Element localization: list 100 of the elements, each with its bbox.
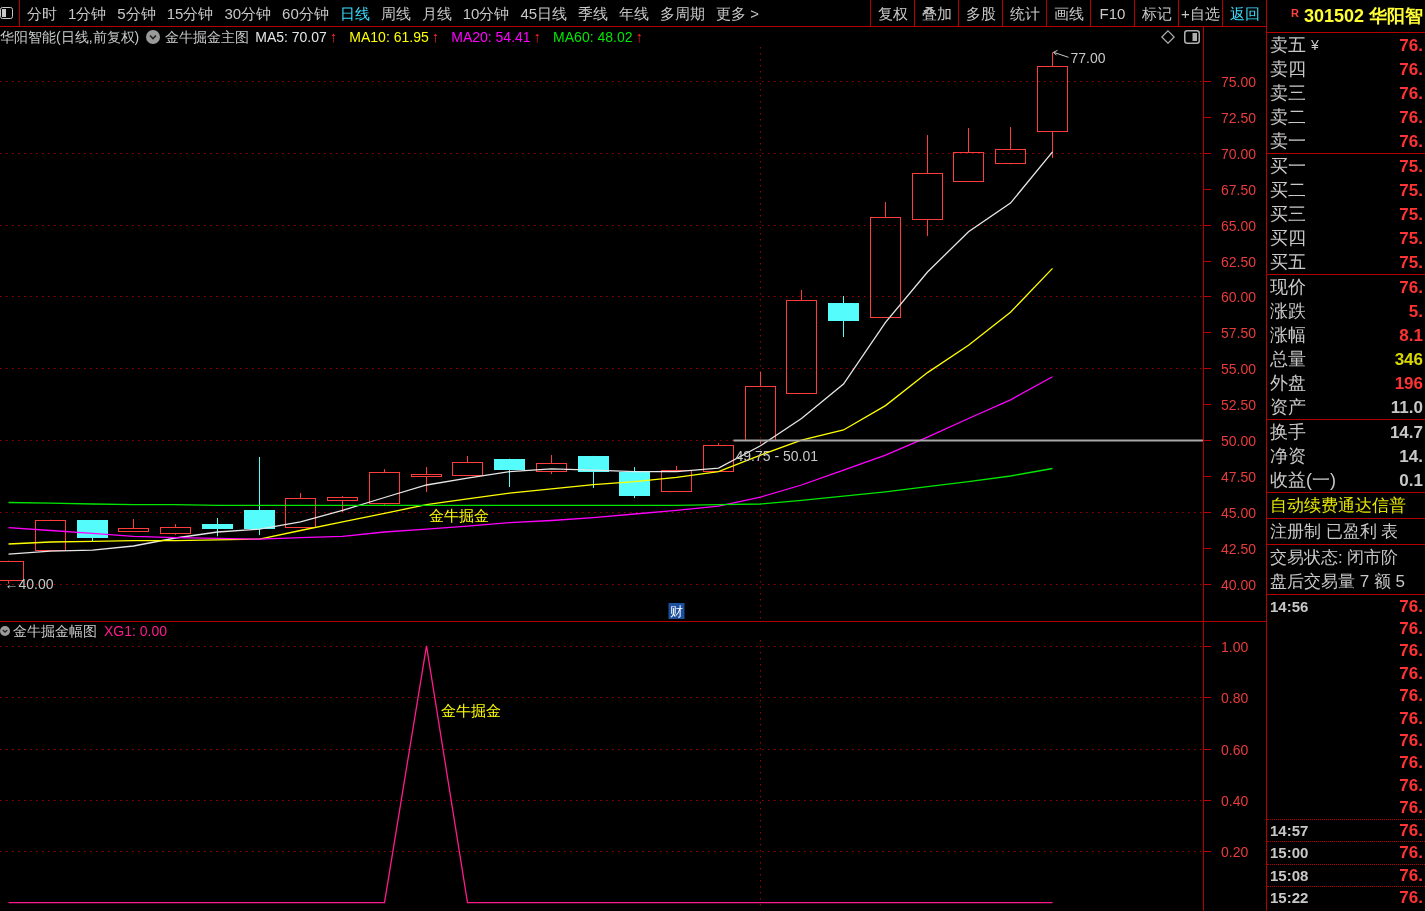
axis-label: 42.50 bbox=[1221, 540, 1257, 557]
toolbar-button[interactable]: 返回 bbox=[1222, 0, 1266, 26]
stock-title: 301502 华阳智 bbox=[1303, 4, 1424, 28]
candlestick bbox=[661, 465, 692, 492]
tick-time: 15:22 bbox=[1270, 890, 1309, 906]
axis-label: 0.80 bbox=[1221, 689, 1249, 706]
timeframe-tab[interactable]: 年线 bbox=[619, 5, 650, 21]
toolbar-button[interactable]: 画线 bbox=[1046, 0, 1090, 26]
quote-value: 75. bbox=[1399, 157, 1423, 175]
timeframe-tab[interactable]: 10分钟 bbox=[462, 5, 510, 21]
timeframe-tab[interactable]: 多周期 bbox=[660, 5, 706, 21]
chart-title: 华阳智能(日线,前复权) bbox=[0, 27, 140, 47]
quote-value: 76. bbox=[1399, 132, 1423, 150]
timeframe-tab[interactable]: 月线 bbox=[421, 5, 452, 21]
axis-label: 60.00 bbox=[1221, 288, 1257, 305]
candlestick bbox=[369, 468, 400, 506]
candlestick bbox=[619, 466, 650, 499]
candlestick bbox=[327, 495, 358, 513]
tick-price: 76. bbox=[1399, 822, 1423, 840]
quote-value: 5. bbox=[1408, 302, 1423, 320]
quote-label: 净资 bbox=[1270, 447, 1306, 465]
tick-price: 76. bbox=[1399, 889, 1423, 907]
superscript-mark: R bbox=[1291, 6, 1299, 21]
axis-label: 55.00 bbox=[1221, 360, 1257, 377]
tick-price: 76. bbox=[1399, 709, 1423, 727]
toolbar-button[interactable]: F10 bbox=[1090, 0, 1134, 26]
quote-value: 76. bbox=[1399, 84, 1423, 102]
tick-price: 76. bbox=[1399, 620, 1423, 638]
tick-price: 76. bbox=[1399, 642, 1423, 660]
quote-value: 76. bbox=[1399, 278, 1423, 296]
indicator-value: XG1: 0.00 bbox=[104, 621, 168, 641]
trend-arrow: ↑ bbox=[329, 26, 338, 47]
indicator-value: MA20: 54.41 bbox=[451, 27, 531, 47]
trend-arrow: ↑ bbox=[635, 26, 643, 47]
price-label: 77.00 bbox=[1070, 50, 1106, 67]
quote-label: 卖三 bbox=[1270, 84, 1306, 102]
timeframe-tab[interactable]: 45日线 bbox=[520, 5, 568, 21]
quote-label: 卖四 bbox=[1270, 60, 1306, 78]
tick-price: 76. bbox=[1399, 776, 1423, 794]
timeframe-tab[interactable]: 5分钟 bbox=[117, 5, 156, 21]
quote-value: 14.7 bbox=[1389, 423, 1423, 441]
candlestick bbox=[995, 126, 1026, 165]
toolbar-button[interactable]: 标记 bbox=[1134, 0, 1178, 26]
candlestick bbox=[494, 458, 525, 488]
signal-label: 金牛掘金 bbox=[440, 701, 501, 719]
quote-value: 76. bbox=[1399, 108, 1423, 126]
tick-time: 14:56 bbox=[1270, 598, 1309, 614]
indicator-name: 金牛掘金幅图 bbox=[13, 621, 97, 641]
axis-label: 0.40 bbox=[1221, 792, 1249, 809]
quote-label: 卖二 bbox=[1270, 108, 1306, 126]
axis-label: 0.60 bbox=[1221, 741, 1249, 758]
timeframe-tab[interactable]: 周线 bbox=[380, 5, 411, 21]
tick-price: 76. bbox=[1399, 844, 1423, 862]
status-text: 盘后交易量 7 额 5 bbox=[1270, 573, 1406, 591]
axis-label: 67.50 bbox=[1221, 181, 1257, 198]
quote-value: 11.0 bbox=[1390, 398, 1423, 416]
timeframe-tab[interactable]: 1分钟 bbox=[68, 5, 107, 21]
toolbar-button[interactable]: 叠加 bbox=[914, 0, 958, 26]
toolbar-button[interactable]: +自选 bbox=[1178, 0, 1222, 26]
timeframe-tab[interactable]: 30分钟 bbox=[224, 5, 272, 21]
candlestick bbox=[536, 454, 567, 475]
quote-value: 76. bbox=[1399, 36, 1423, 54]
tick-price: 76. bbox=[1399, 754, 1423, 772]
notice-text: 自动续费通达信普 bbox=[1270, 497, 1406, 514]
toolbar-button[interactable]: 统计 bbox=[1002, 0, 1046, 26]
timeframe-tab[interactable]: 15分钟 bbox=[166, 5, 214, 21]
quote-label: 卖一 bbox=[1270, 132, 1306, 150]
timeframe-tab[interactable]: 更多 > bbox=[716, 5, 760, 21]
candlestick bbox=[160, 523, 191, 536]
candlestick bbox=[285, 492, 316, 528]
panel-toggle-icon[interactable] bbox=[1184, 30, 1200, 44]
quote-value: 346 bbox=[1394, 350, 1423, 368]
timeframe-tab[interactable]: 分时 bbox=[27, 5, 57, 21]
timeframe-tab[interactable]: 季线 bbox=[578, 5, 609, 21]
candlestick bbox=[703, 442, 734, 472]
quote-label: 买四 bbox=[1270, 229, 1306, 247]
tick-time: 15:00 bbox=[1270, 845, 1309, 861]
tick-time: 14:57 bbox=[1270, 823, 1309, 839]
axis-label: 50.00 bbox=[1221, 432, 1257, 449]
quote-value: 75. bbox=[1399, 229, 1423, 247]
chevron-down-circle-icon[interactable] bbox=[146, 30, 161, 44]
timeframe-tab[interactable]: 日线 bbox=[339, 5, 370, 21]
diamond-icon[interactable] bbox=[1161, 30, 1175, 44]
tick-price: 76. bbox=[1399, 687, 1423, 705]
quote-value: 8.1 bbox=[1399, 326, 1423, 344]
indicator-value: MA10: 61.95 bbox=[349, 27, 429, 47]
chevron-down-circle-icon[interactable] bbox=[0, 626, 10, 636]
sidebar-toggle-icon[interactable] bbox=[0, 7, 13, 19]
toolbar-button[interactable]: 复权 bbox=[870, 0, 914, 26]
quote-value: 75. bbox=[1399, 205, 1423, 223]
indicator-value: MA60: 48.02 bbox=[553, 27, 633, 47]
toolbar-button[interactable]: 多股 bbox=[958, 0, 1002, 26]
tick-price: 76. bbox=[1399, 732, 1423, 750]
trend-arrow: ↑ bbox=[533, 26, 542, 47]
quote-value: 0.1 bbox=[1399, 471, 1423, 489]
quote-label: 卖五 bbox=[1270, 36, 1306, 54]
timeframe-tab[interactable]: 60分钟 bbox=[282, 5, 329, 21]
quote-label: 买一 bbox=[1270, 157, 1306, 175]
currency-mark: ¥ bbox=[1311, 38, 1319, 52]
quote-label: 换手 bbox=[1270, 423, 1306, 441]
